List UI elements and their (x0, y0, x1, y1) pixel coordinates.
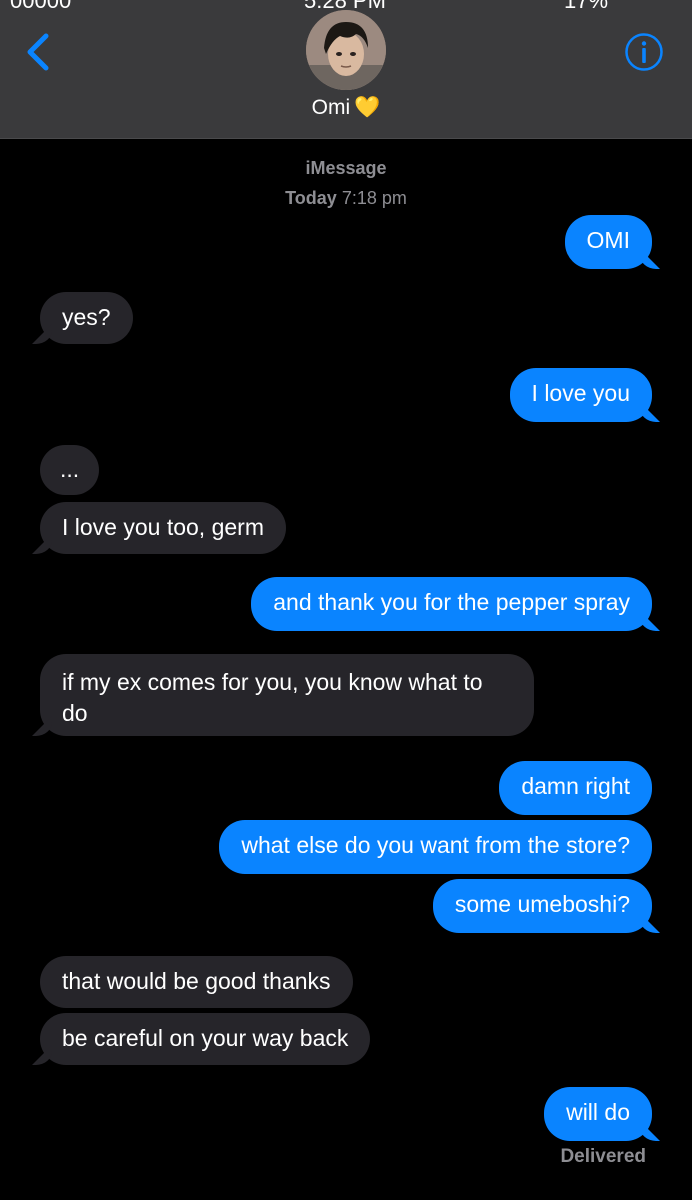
message-bubble-outgoing[interactable]: will do (544, 1087, 652, 1141)
message-text: some umeboshi? (454, 891, 630, 917)
message-bubble-incoming[interactable]: ... (40, 445, 100, 495)
message-bubble-incoming[interactable]: if my ex comes for you, you know what to… (40, 654, 534, 736)
conversation-header: 00000 5:28 PM 17% Omi 💛 (0, 0, 692, 139)
thread-timestamp: Today 7:18 pm (0, 188, 692, 209)
timestamp-time: 7:18 pm (341, 188, 407, 208)
contact-name[interactable]: Omi 💛 (0, 96, 692, 120)
message-bubble-outgoing[interactable]: I love you (509, 368, 652, 422)
yellow-heart-icon: 💛 (354, 96, 381, 119)
message-bubble-incoming[interactable]: be careful on your way back (40, 1013, 371, 1065)
contact-name-label: Omi (311, 96, 351, 119)
message-text: ... (60, 456, 80, 482)
message-text: be careful on your way back (62, 1025, 349, 1051)
message-text: and thank you for the pepper spray (273, 589, 630, 615)
message-bubble-outgoing[interactable]: damn right (499, 761, 652, 815)
message-text: what else do you want from the store? (241, 832, 630, 858)
carrier-label: 00000 (10, 0, 72, 13)
message-text: that would be good thanks (62, 968, 331, 994)
battery-percent: 17% (564, 0, 609, 13)
message-text: yes? (62, 304, 111, 330)
message-text: OMI (586, 227, 630, 253)
chevron-left-icon (27, 33, 49, 71)
contact-avatar[interactable] (306, 10, 386, 90)
message-bubble-incoming[interactable]: yes? (40, 292, 133, 344)
message-bubble-outgoing[interactable]: some umeboshi? (432, 879, 652, 933)
timestamp-date: Today (285, 188, 337, 208)
message-text: damn right (521, 773, 630, 799)
message-bubble-incoming[interactable]: that would be good thanks (40, 956, 353, 1008)
message-bubble-outgoing[interactable]: OMI (564, 215, 652, 269)
message-text: I love you too, germ (62, 514, 264, 540)
message-bubble-outgoing[interactable]: what else do you want from the store? (219, 820, 652, 874)
info-button[interactable] (624, 32, 664, 72)
message-bubble-incoming[interactable]: I love you too, germ (40, 502, 286, 554)
back-button[interactable] (22, 30, 62, 74)
message-text: I love you (531, 380, 630, 406)
service-label: iMessage (305, 158, 387, 178)
delivery-status: Delivered (560, 1146, 646, 1167)
message-text: if my ex comes for you, you know what to… (62, 669, 483, 726)
info-icon (625, 33, 663, 71)
message-text: will do (566, 1099, 630, 1125)
message-bubble-outgoing[interactable]: and thank you for the pepper spray (251, 577, 652, 631)
avatar-portrait (306, 10, 386, 90)
